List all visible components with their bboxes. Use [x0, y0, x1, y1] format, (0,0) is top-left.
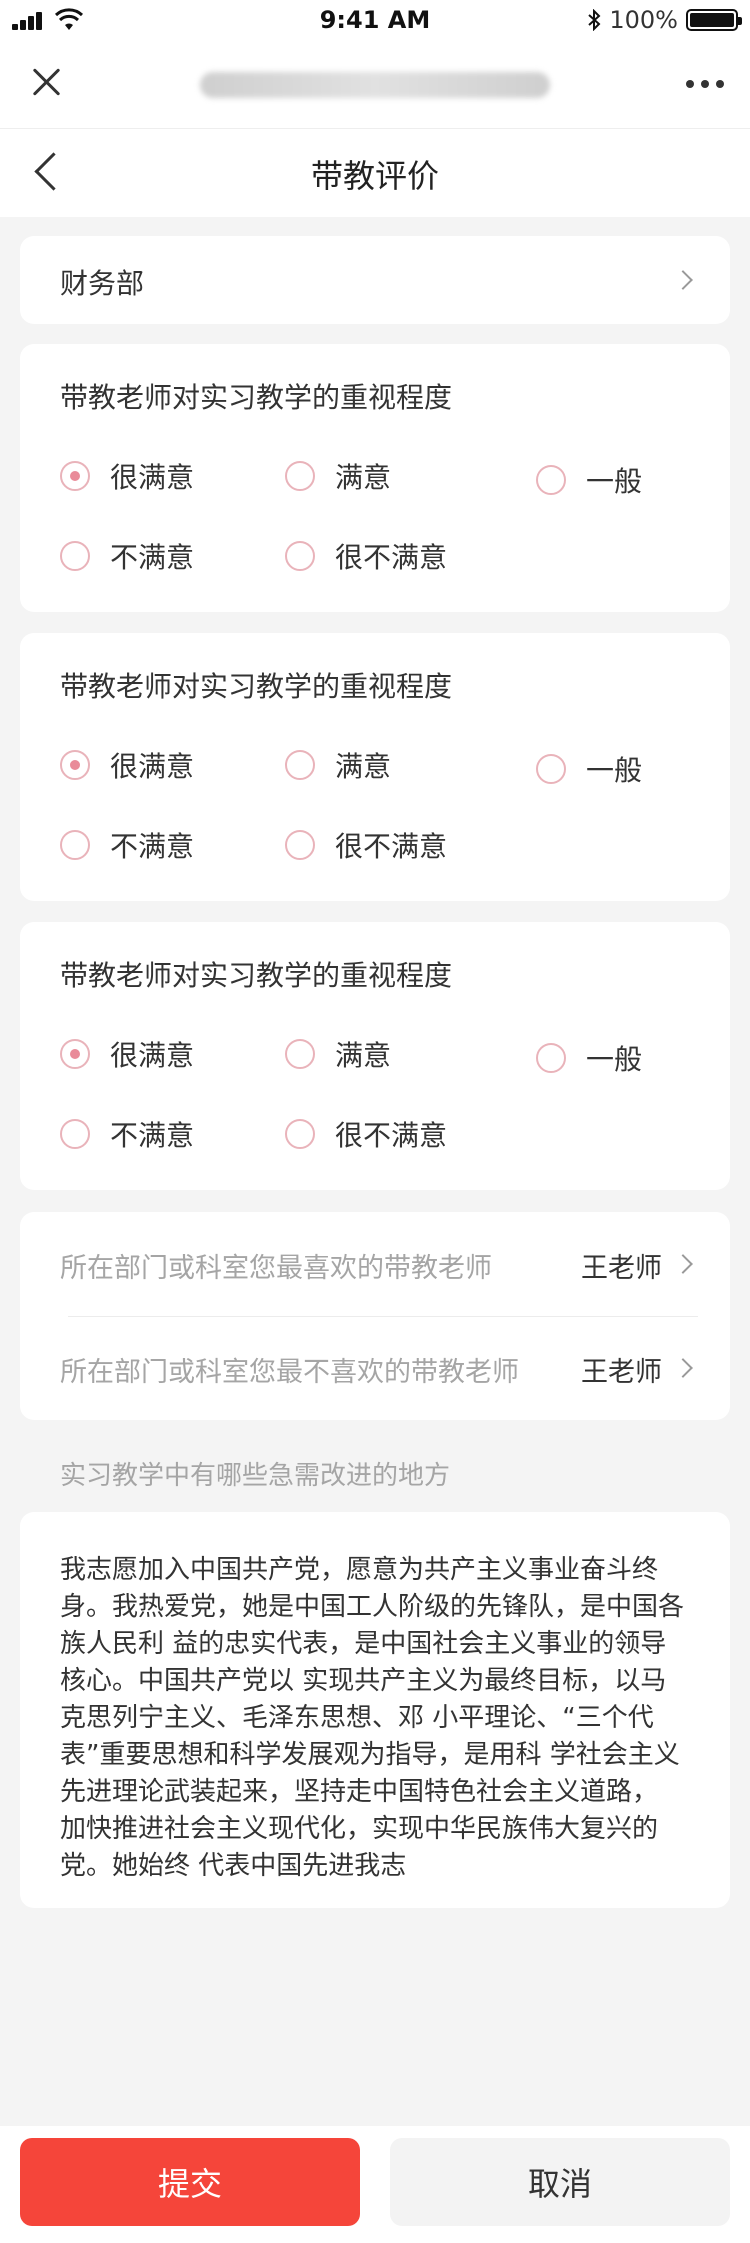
least-favorite-teacher-value: 王老师 [581, 1357, 662, 1388]
question-card: 带教老师对实习教学的重视程度 很满意 满意 一般 不满意 很不满意 [20, 633, 730, 901]
improvement-textarea[interactable]: 我志愿加入中国共产党，愿意为共产主义事业奋斗终身。我热爱党，她是中国工人阶级的先… [20, 1512, 730, 1908]
chevron-right-icon [673, 1358, 693, 1378]
option-average[interactable]: 一般 [536, 1038, 642, 1078]
option-satisfied[interactable]: 满意 [285, 456, 391, 496]
mini-program-header [0, 42, 750, 128]
question-title: 带教老师对实习教学的重视程度 [60, 959, 453, 992]
least-favorite-teacher-row[interactable]: 所在部门或科室您最不喜欢的带教老师 王老师 [60, 1316, 700, 1420]
option-unsatisfied[interactable]: 不满意 [60, 825, 194, 865]
option-unsatisfied[interactable]: 不满意 [60, 536, 194, 576]
page-title: 带教评价 [310, 157, 439, 195]
option-very-unsatisfied[interactable]: 很不满意 [285, 1114, 447, 1154]
radio-icon [536, 465, 566, 495]
cancel-button[interactable]: 取消 [390, 2138, 730, 2226]
close-icon[interactable] [28, 64, 64, 100]
option-satisfied[interactable]: 满意 [285, 745, 391, 785]
question-title: 带教老师对实习教学的重视程度 [60, 381, 453, 414]
option-very-satisfied[interactable]: 很满意 [60, 456, 194, 496]
option-satisfied[interactable]: 满意 [285, 1034, 391, 1074]
radio-icon [285, 750, 315, 780]
favorite-teacher-row[interactable]: 所在部门或科室您最喜欢的带教老师 王老师 [60, 1212, 700, 1316]
page-nav: 带教评价 [0, 128, 750, 217]
option-very-unsatisfied[interactable]: 很不满意 [285, 825, 447, 865]
radio-checked-icon [60, 461, 90, 491]
option-very-unsatisfied[interactable]: 很不满意 [285, 536, 447, 576]
bluetooth-icon [588, 9, 601, 31]
radio-icon [60, 1119, 90, 1149]
submit-button[interactable]: 提交 [20, 2138, 360, 2226]
blurred-app-title [200, 72, 550, 98]
more-icon[interactable] [686, 80, 724, 88]
teacher-selectors: 所在部门或科室您最喜欢的带教老师 王老师 所在部门或科室您最不喜欢的带教老师 王… [20, 1212, 730, 1420]
improvement-text: 我志愿加入中国共产党，愿意为共产主义事业奋斗终身。我热爱党，她是中国工人阶级的先… [60, 1555, 685, 1881]
chevron-right-icon [673, 1254, 693, 1274]
radio-icon [60, 541, 90, 571]
radio-icon [536, 754, 566, 784]
option-very-satisfied[interactable]: 很满意 [60, 745, 194, 785]
department-selector[interactable]: 财务部 [20, 236, 730, 324]
question-card: 带教老师对实习教学的重视程度 很满意 满意 一般 不满意 很不满意 [20, 344, 730, 612]
radio-icon [536, 1043, 566, 1073]
radio-icon [60, 830, 90, 860]
option-average[interactable]: 一般 [536, 460, 642, 500]
question-title: 带教老师对实习教学的重视程度 [60, 670, 453, 703]
footer-bar: 提交 取消 [0, 2126, 750, 2243]
improvement-section-title: 实习教学中有哪些急需改进的地方 [60, 1461, 451, 1491]
radio-icon [285, 1119, 315, 1149]
battery-icon [686, 9, 742, 31]
department-label: 财务部 [60, 267, 145, 300]
radio-icon [285, 541, 315, 571]
radio-checked-icon [60, 750, 90, 780]
chevron-right-icon [673, 270, 693, 290]
least-favorite-teacher-label: 所在部门或科室您最不喜欢的带教老师 [60, 1357, 519, 1388]
radio-icon [285, 830, 315, 860]
radio-icon [285, 1039, 315, 1069]
favorite-teacher-value: 王老师 [581, 1253, 662, 1284]
question-card: 带教老师对实习教学的重视程度 很满意 满意 一般 不满意 很不满意 [20, 922, 730, 1190]
radio-checked-icon [60, 1039, 90, 1069]
battery-percent: 100% [609, 6, 678, 34]
option-average[interactable]: 一般 [536, 749, 642, 789]
option-very-satisfied[interactable]: 很满意 [60, 1034, 194, 1074]
status-bar: 9:41 AM 100% [0, 0, 750, 42]
radio-icon [285, 461, 315, 491]
favorite-teacher-label: 所在部门或科室您最喜欢的带教老师 [60, 1253, 492, 1284]
option-unsatisfied[interactable]: 不满意 [60, 1114, 194, 1154]
